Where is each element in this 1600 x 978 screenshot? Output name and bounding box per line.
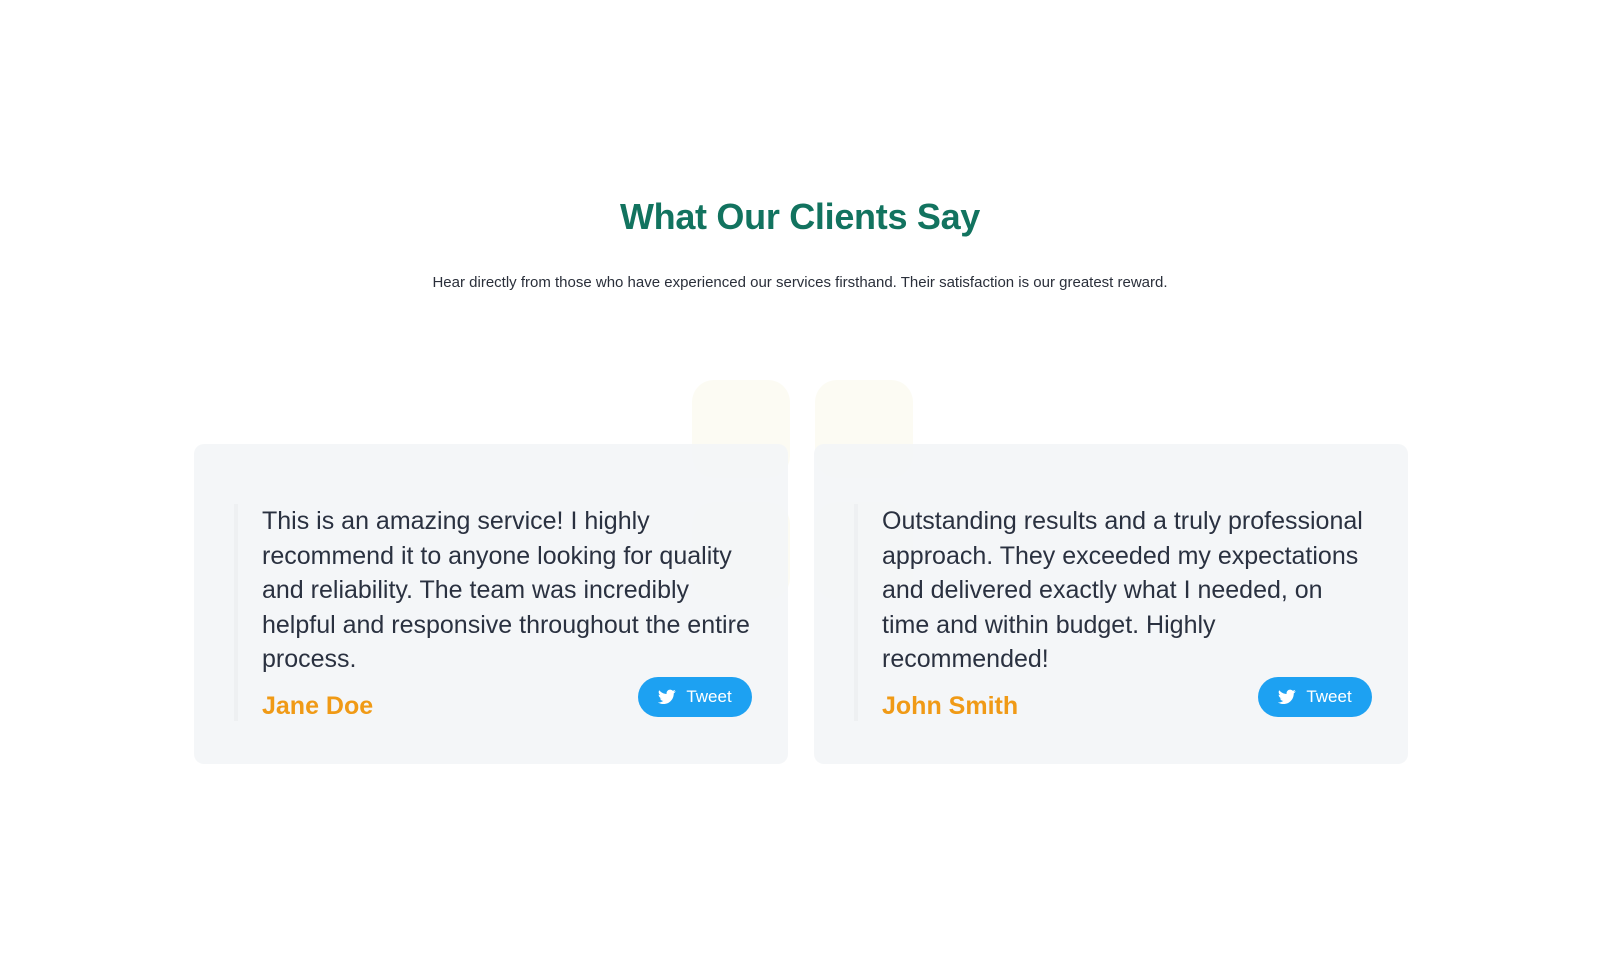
tweet-button-label: Tweet [686, 686, 732, 706]
testimonial-author: Jane Doe [262, 691, 374, 720]
testimonial-quote: This is an amazing service! I highly rec… [262, 507, 750, 673]
testimonial-author: John Smith [882, 691, 1019, 720]
tweet-button[interactable]: Tweet [1258, 676, 1372, 717]
section-subtitle: Hear directly from those who have experi… [432, 274, 1168, 291]
testimonial-footer: Jane Doe Tweet [262, 676, 752, 721]
tweet-button[interactable]: Tweet [638, 676, 752, 717]
testimonial-body: Outstanding results and a truly professi… [854, 504, 1372, 721]
testimonial-quote: Outstanding results and a truly professi… [882, 507, 1363, 673]
tweet-button-label: Tweet [1306, 686, 1352, 706]
testimonial-footer: John Smith Tweet [882, 676, 1372, 721]
testimonial-card: This is an amazing service! I highly rec… [194, 444, 788, 764]
testimonial-card: Outstanding results and a truly professi… [814, 444, 1408, 764]
testimonial-body: This is an amazing service! I highly rec… [234, 504, 752, 721]
twitter-bird-icon [1278, 689, 1297, 704]
section-title: What Our Clients Say [619, 196, 981, 237]
testimonials-section: What Our Clients Say Hear directly from … [0, 0, 1600, 978]
twitter-bird-icon [658, 689, 677, 704]
